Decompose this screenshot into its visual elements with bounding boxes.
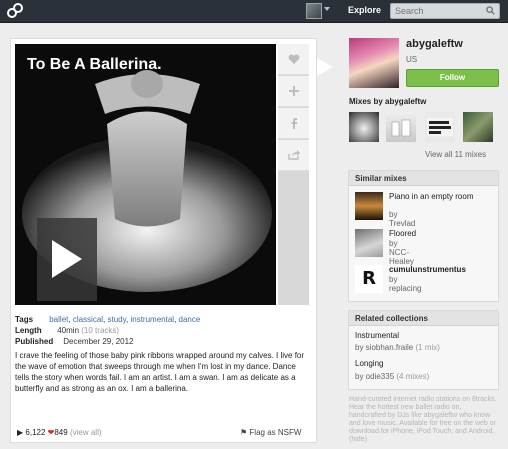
mix-cover-art: To Be A Ballerina. xyxy=(15,44,276,305)
similar-mix-author[interactable]: by NCC-Healey xyxy=(389,239,414,266)
dj-username[interactable]: abygaleftw xyxy=(406,38,463,50)
collection-author-name[interactable]: by odie335 xyxy=(355,372,394,381)
tag-link[interactable]: ballet xyxy=(49,315,68,324)
plus-icon xyxy=(288,86,299,96)
mix-title: To Be A Ballerina. xyxy=(27,56,162,73)
collection-title[interactable]: Instrumental xyxy=(355,331,399,340)
mix-thumbnail[interactable] xyxy=(386,112,416,142)
search-input[interactable] xyxy=(390,3,500,19)
similar-mix-title[interactable]: cumulunstrumentus xyxy=(389,265,499,274)
mixes-by-heading: Mixes by abygaleftw xyxy=(349,97,427,106)
share-button[interactable] xyxy=(278,140,309,171)
collection-author[interactable]: by siobhan.fraile (1 mix) xyxy=(355,343,440,352)
mix-thumbnail[interactable] xyxy=(425,112,455,142)
dj-avatar[interactable] xyxy=(349,38,399,88)
profile-pointer xyxy=(317,58,333,76)
promo-text: Hand-curated internet radio stations on … xyxy=(349,396,497,443)
mix-action-bar xyxy=(278,44,309,305)
similar-mixes-panel: Similar mixes Piano in an empty room by … xyxy=(348,170,499,302)
similar-mixes-heading: Similar mixes xyxy=(349,171,498,186)
track-count: (10 tracks) xyxy=(81,326,120,335)
similar-mix-thumbnail[interactable]: R xyxy=(355,265,383,293)
mix-stats: ▶ 6,122 ❤849 (view all) xyxy=(17,428,102,437)
like-count: 849 xyxy=(54,428,68,437)
tag-link[interactable]: study xyxy=(108,315,127,324)
collection-author-name[interactable]: by siobhan.fraile xyxy=(355,343,413,352)
play-button[interactable] xyxy=(37,218,97,301)
play-icon xyxy=(52,240,82,278)
tag-link[interactable]: classical xyxy=(73,315,103,324)
similar-mix-thumbnail[interactable] xyxy=(355,192,383,220)
mix-thumbnail[interactable] xyxy=(349,112,379,142)
play-count: 6,122 xyxy=(25,428,46,437)
share-icon xyxy=(287,150,300,160)
mix-thumbnail[interactable] xyxy=(463,112,493,142)
explore-link[interactable]: Explore xyxy=(348,5,381,15)
chevron-down-icon[interactable] xyxy=(324,7,330,11)
tag-link[interactable]: instrumental xyxy=(130,315,174,324)
dj-location: US xyxy=(406,55,418,64)
collection-title[interactable]: Longing xyxy=(355,359,383,368)
mix-description: I crave the feeling of those baby pink r… xyxy=(15,351,305,393)
flag-nsfw-link[interactable]: ⚑ Flag as NSFW xyxy=(240,428,301,437)
top-navigation-bar: Explore xyxy=(0,0,508,23)
view-all-mixes-link[interactable]: View all 11 mixes xyxy=(425,150,486,159)
mix-metadata: Tags ballet, classical, study, instrumen… xyxy=(15,315,201,346)
cups-image xyxy=(391,119,411,137)
heart-icon xyxy=(288,54,299,64)
like-button[interactable] xyxy=(278,44,309,75)
similar-mix-author[interactable]: by Trevlad xyxy=(389,210,415,228)
collection-count: (1 mix) xyxy=(415,343,440,352)
strong-day-image xyxy=(427,118,453,136)
length-value: 40min xyxy=(57,326,80,335)
follow-button[interactable]: Follow xyxy=(406,69,499,87)
flag-label: Flag as NSFW xyxy=(249,428,302,437)
similar-mix-title[interactable]: Floored xyxy=(389,229,499,238)
search-icon[interactable] xyxy=(486,6,495,15)
tags-label: Tags xyxy=(15,315,34,324)
related-collections-heading: Related collections xyxy=(349,311,498,326)
add-to-collection-button[interactable] xyxy=(278,76,309,107)
similar-mix-title[interactable]: Piano in an empty room xyxy=(389,192,499,201)
related-collections-panel: Related collections Instrumental by siob… xyxy=(348,310,499,390)
similar-mix-author[interactable]: by replacing xyxy=(389,275,421,293)
collection-count: (4 mixes) xyxy=(396,372,430,381)
length-label: Length xyxy=(15,326,42,335)
8tracks-logo-icon[interactable] xyxy=(6,2,24,20)
facebook-share-button[interactable] xyxy=(278,108,309,139)
flag-icon: ⚑ xyxy=(240,428,248,437)
play-count-icon: ▶ xyxy=(17,428,24,437)
tag-link[interactable]: dance xyxy=(179,315,201,324)
collection-author[interactable]: by odie335 (4 mixes) xyxy=(355,372,429,381)
view-all-likes-link[interactable]: (view all) xyxy=(70,428,102,437)
user-avatar[interactable] xyxy=(306,3,322,19)
published-date: December 29, 2012 xyxy=(63,337,134,346)
published-label: Published xyxy=(15,337,54,346)
similar-mix-thumbnail[interactable] xyxy=(355,229,383,257)
facebook-icon xyxy=(291,117,297,129)
